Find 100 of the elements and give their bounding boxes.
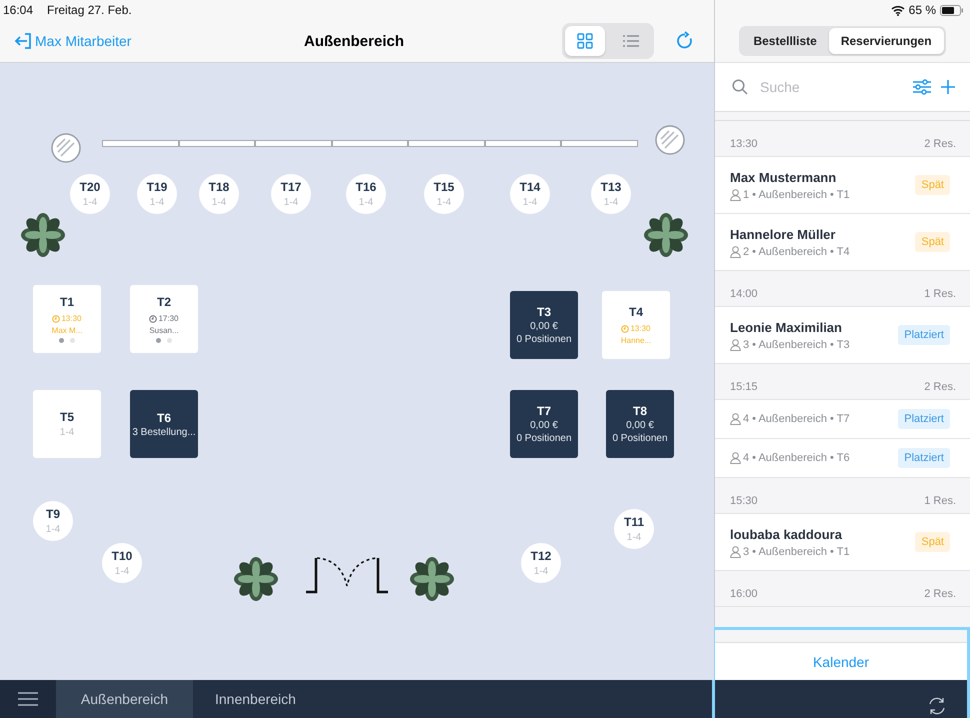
table-name: T1 bbox=[60, 295, 74, 309]
area-tab[interactable]: Innenbereich bbox=[193, 680, 318, 718]
table-name: T12 bbox=[530, 549, 552, 563]
clock-icon bbox=[52, 314, 60, 322]
plant-drawing bbox=[644, 213, 688, 257]
filter-icon[interactable] bbox=[913, 79, 931, 95]
refresh-icon[interactable] bbox=[676, 31, 694, 51]
square-table[interactable]: T4 13:30 Hanne... bbox=[602, 291, 670, 359]
table-seats: 1-4 bbox=[522, 197, 538, 208]
table-name: T13 bbox=[600, 180, 622, 194]
round-table[interactable]: T18 1-4 bbox=[199, 174, 239, 214]
person-icon bbox=[730, 338, 741, 350]
round-table[interactable]: T14 1-4 bbox=[510, 174, 550, 214]
round-table[interactable]: T13 1-4 bbox=[591, 174, 631, 214]
page-dot[interactable] bbox=[59, 338, 64, 343]
status-date: Freitag 27. Feb. bbox=[47, 3, 132, 17]
table-seats: 1-4 bbox=[46, 524, 60, 535]
square-table[interactable]: T6 3 Bestellung... bbox=[130, 390, 198, 458]
status-badge: Platziert bbox=[898, 409, 950, 429]
guest-name: Hanne... bbox=[620, 336, 652, 345]
table-seats: 1-4 bbox=[358, 197, 374, 208]
add-icon[interactable] bbox=[941, 80, 955, 94]
reservation-time: 13:30 bbox=[621, 324, 651, 333]
reservation-details: 4 • Außenbereich • T7 bbox=[743, 413, 850, 425]
table-name: T19 bbox=[146, 180, 168, 194]
table-info: 0,00 € bbox=[626, 420, 654, 431]
round-table[interactable]: T15 1-4 bbox=[424, 174, 464, 214]
time-slot: 15:15 bbox=[730, 381, 758, 393]
battery-icon bbox=[940, 4, 964, 16]
time-slot: 16:00 bbox=[730, 588, 758, 600]
table-seats: 1-4 bbox=[212, 197, 226, 208]
reservation-details: 1 • Außenbereich • T1 bbox=[743, 188, 850, 200]
table-name: T11 bbox=[624, 515, 644, 529]
table-seats: 1-4 bbox=[114, 566, 130, 577]
time-slot: 15:30 bbox=[730, 495, 758, 507]
table-name: T6 bbox=[156, 410, 171, 424]
table-name: T5 bbox=[60, 410, 74, 424]
reservation-item[interactable]: Leonie Maximilian 3 • Außenbereich • T3 Platziert bbox=[715, 307, 970, 364]
panel-tab[interactable]: Reservierungen bbox=[828, 28, 944, 54]
square-table[interactable]: T7 0,00 € 0 Positionen bbox=[510, 390, 578, 458]
menu-icon bbox=[18, 692, 38, 706]
reservation-time: 17:30 bbox=[149, 314, 179, 323]
square-table[interactable]: T1 13:30 Max M... bbox=[33, 285, 101, 353]
round-table[interactable]: T19 1-4 bbox=[137, 174, 177, 214]
table-seats: 1-4 bbox=[436, 197, 452, 208]
page-dot[interactable] bbox=[70, 338, 75, 343]
table-name: T8 bbox=[632, 404, 647, 418]
round-table[interactable]: T12 1-4 bbox=[521, 543, 561, 583]
plant-drawing bbox=[21, 213, 65, 257]
grid-view-button[interactable] bbox=[565, 26, 605, 56]
person-icon bbox=[730, 452, 741, 464]
reservation-item[interactable]: Hannelore Müller 2 • Außenbereich • T4 Spät bbox=[715, 214, 970, 271]
guest-name: loubaba kaddoura bbox=[730, 526, 843, 542]
plant-drawing bbox=[410, 557, 454, 601]
time-slot: 13:30 bbox=[730, 138, 758, 150]
exit-icon bbox=[14, 32, 34, 50]
table-name: T18 bbox=[208, 180, 230, 194]
plant-drawing bbox=[234, 557, 278, 601]
wifi-icon bbox=[890, 4, 905, 16]
round-table[interactable]: T10 1-4 bbox=[102, 543, 142, 583]
square-table[interactable]: T5 1-4 bbox=[33, 390, 101, 458]
round-table[interactable]: T11 1-4 bbox=[614, 509, 654, 549]
page-dot[interactable] bbox=[156, 338, 161, 343]
reservation-count: 1 Res. bbox=[924, 288, 956, 300]
time-slot: 14:00 bbox=[730, 288, 758, 300]
battery-percent: 65 % bbox=[908, 3, 936, 17]
reservation-count: 2 Res. bbox=[924, 138, 956, 150]
table-seats: 1-4 bbox=[626, 532, 642, 543]
guest-name: Max M... bbox=[52, 326, 82, 335]
clock-icon bbox=[149, 314, 158, 322]
person-icon bbox=[730, 246, 741, 258]
square-table[interactable]: T3 0,00 € 0 Positionen bbox=[510, 291, 578, 359]
status-badge: Spät bbox=[915, 532, 950, 552]
reservation-item[interactable]: Max Mustermann 1 • Außenbereich • T1 Spät bbox=[715, 157, 970, 214]
grid-icon bbox=[577, 33, 593, 49]
round-table[interactable]: T17 1-4 bbox=[271, 174, 311, 214]
panel-tab[interactable]: Bestellliste bbox=[741, 28, 829, 54]
reservation-details: 2 • Außenbereich • T4 bbox=[743, 246, 850, 258]
table-name: T9 bbox=[46, 507, 60, 521]
table-name: T10 bbox=[112, 549, 132, 563]
status-badge: Platziert bbox=[898, 325, 950, 345]
round-table[interactable]: T9 1-4 bbox=[33, 501, 73, 541]
status-time: 16:04 bbox=[3, 3, 34, 17]
round-table[interactable]: T16 1-4 bbox=[346, 174, 386, 214]
reservation-item[interactable]: loubaba kaddoura 3 • Außenbereich • T1 Spät bbox=[715, 514, 970, 571]
table-name: T14 bbox=[520, 180, 540, 194]
parasol-drawing bbox=[51, 133, 81, 163]
square-table[interactable]: T2 17:30 Susan... bbox=[130, 285, 198, 353]
table-name: T2 bbox=[156, 295, 171, 309]
menu-button[interactable] bbox=[0, 680, 56, 718]
clock-icon bbox=[621, 324, 630, 332]
page-title: Außenbereich bbox=[304, 32, 404, 50]
table-name: T7 bbox=[536, 404, 551, 418]
area-tab[interactable]: Außenbereich bbox=[56, 680, 193, 718]
sync-icon[interactable] bbox=[927, 696, 947, 716]
table-seats: 1-4 bbox=[82, 197, 98, 208]
square-table[interactable]: T8 0,00 € 0 Positionen bbox=[606, 390, 674, 458]
reservation-details: 3 • Außenbereich • T1 bbox=[743, 546, 850, 558]
round-table[interactable]: T20 1-4 bbox=[70, 174, 110, 214]
page-dot[interactable] bbox=[167, 338, 172, 343]
